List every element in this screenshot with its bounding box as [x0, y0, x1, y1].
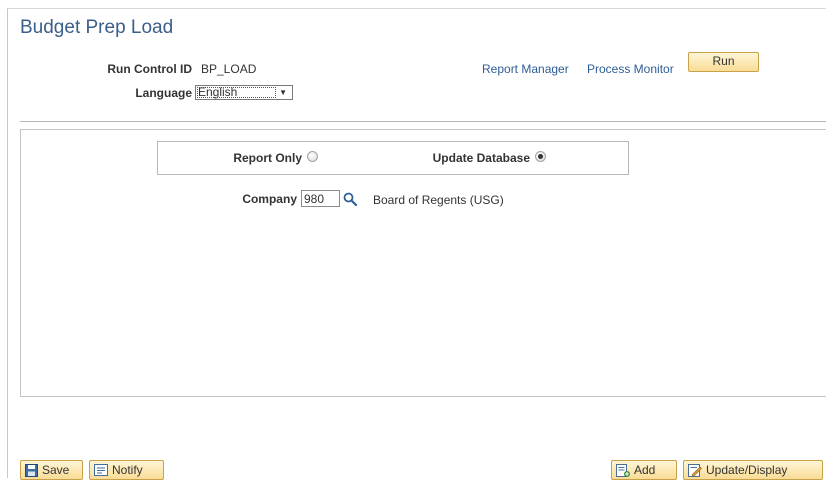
- report-only-radio[interactable]: [307, 151, 318, 162]
- update-display-label: Update/Display: [706, 463, 788, 477]
- add-button[interactable]: Add: [611, 460, 677, 480]
- company-description: Board of Regents (USG): [373, 193, 504, 207]
- frame-top-border: [7, 8, 826, 9]
- save-label: Save: [42, 463, 70, 477]
- magnifier-icon[interactable]: [343, 192, 358, 207]
- company-label: Company: [242, 192, 297, 206]
- update-display-button[interactable]: Update/Display: [683, 460, 823, 480]
- language-label: Language: [135, 86, 192, 100]
- process-monitor-link[interactable]: Process Monitor: [587, 62, 674, 76]
- focus-ring: [197, 87, 276, 98]
- update-database-label: Update Database: [432, 151, 530, 165]
- add-page-icon: [616, 463, 630, 477]
- run-button[interactable]: Run: [688, 52, 759, 72]
- run-control-id-value: BP_LOAD: [201, 62, 257, 76]
- add-label: Add: [634, 463, 656, 477]
- run-control-id-label: Run Control ID: [107, 62, 192, 76]
- report-only-label: Report Only: [233, 151, 302, 165]
- language-select[interactable]: English ▼: [195, 85, 293, 100]
- radio-selected-dot: [538, 154, 543, 159]
- notify-envelope-icon: [94, 464, 108, 476]
- section-divider: [20, 121, 826, 122]
- company-input[interactable]: [301, 190, 340, 207]
- save-button[interactable]: Save: [20, 460, 83, 480]
- notify-label: Notify: [112, 463, 143, 477]
- chevron-down-icon: ▼: [279, 88, 287, 97]
- update-database-radio[interactable]: [535, 151, 546, 162]
- update-display-icon: [688, 463, 702, 477]
- page-title: Budget Prep Load: [20, 17, 174, 38]
- notify-button[interactable]: Notify: [89, 460, 164, 480]
- floppy-disk-icon: [25, 463, 38, 477]
- report-manager-link[interactable]: Report Manager: [482, 62, 569, 76]
- frame-left-border: [7, 8, 8, 478]
